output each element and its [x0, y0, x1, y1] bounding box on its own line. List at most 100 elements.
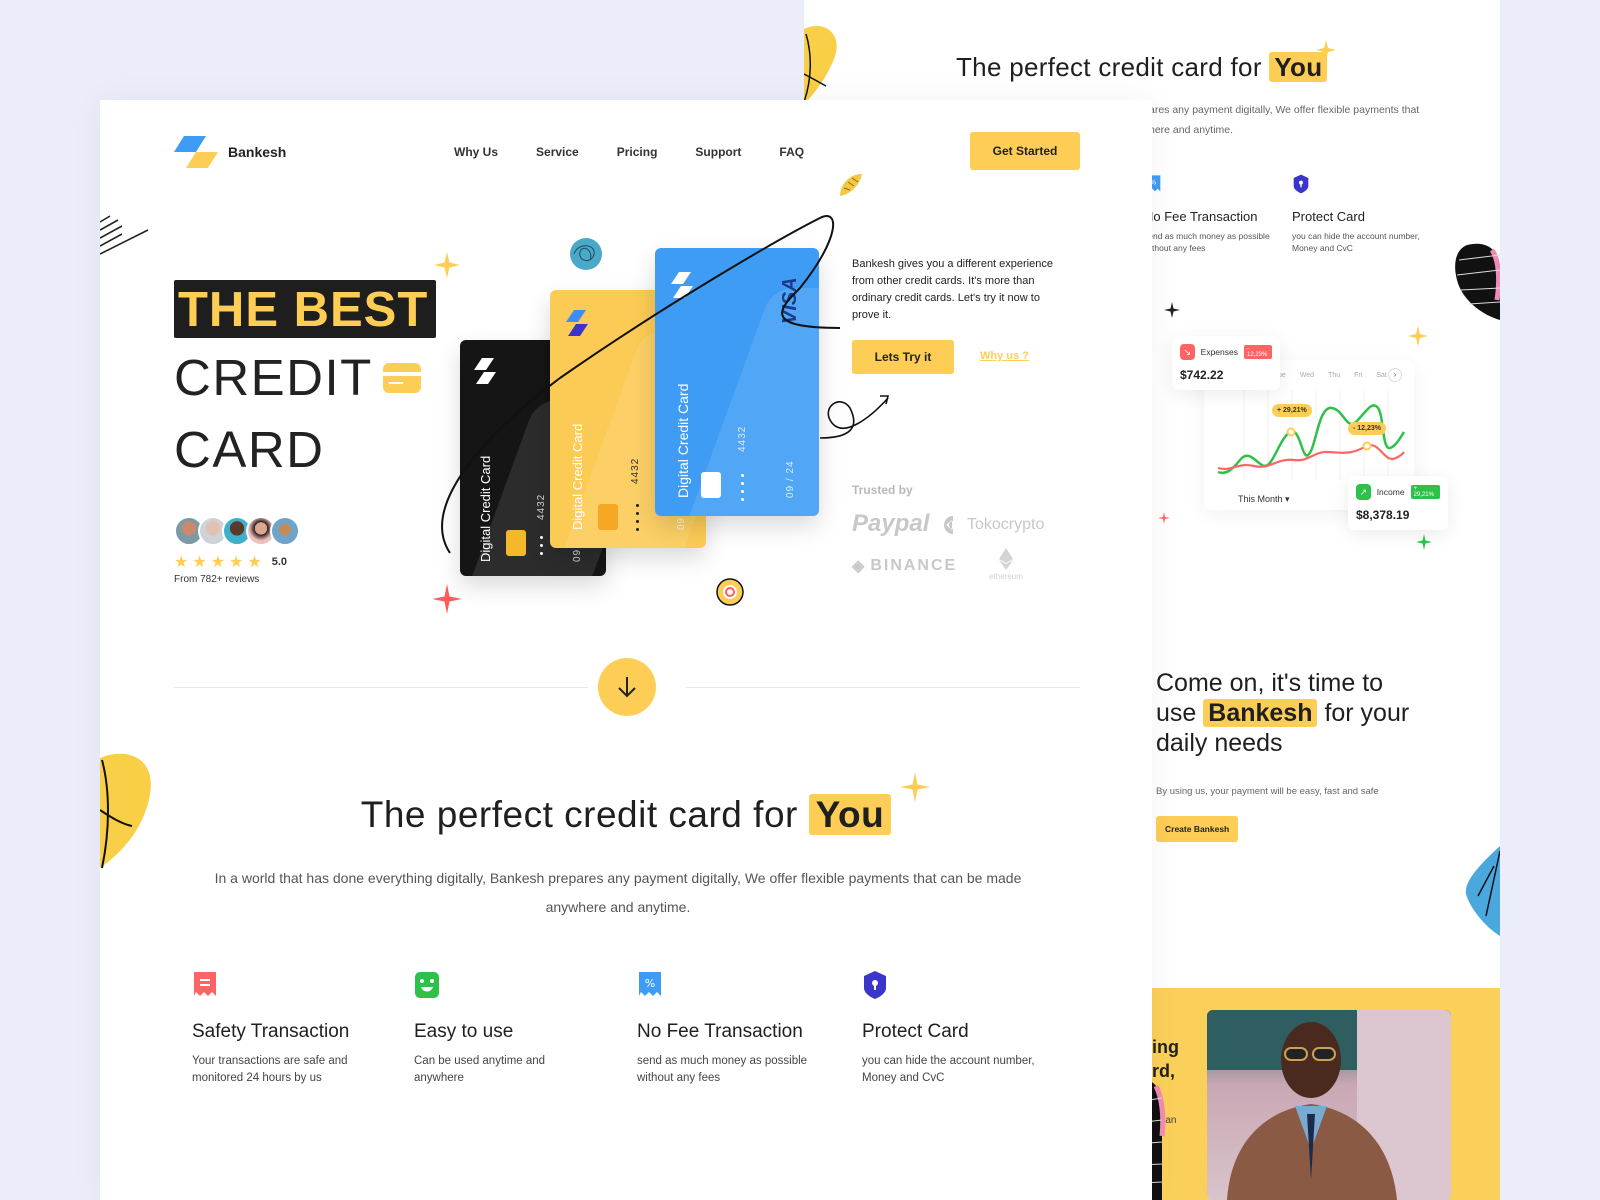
blue-scribble-ball-decoration	[570, 238, 602, 270]
section-title: The perfect credit card for You	[100, 794, 1152, 836]
man-in-leather-jacket-photo	[1207, 1010, 1451, 1200]
sparkle-icon	[1164, 302, 1180, 318]
brand-logo[interactable]: Bankesh	[174, 136, 286, 168]
star-icon: ★	[247, 554, 262, 571]
sparkle-icon	[1408, 326, 1428, 346]
binance-icon: ◈	[852, 558, 867, 575]
back-intro: ares any payment digitally, We offer fle…	[1149, 104, 1420, 136]
back-title-text: The perfect credit card for	[956, 52, 1262, 82]
feature-safety-transaction: Safety Transaction Your transactions are…	[192, 970, 392, 1087]
shield-lock-icon	[864, 971, 886, 999]
visa-logo: VISA	[779, 277, 801, 324]
back-feature-protect: Protect Card you can hide the account nu…	[1292, 174, 1442, 254]
bankesh-logo-icon	[174, 136, 218, 168]
expense-marker	[1362, 441, 1372, 451]
expenses-value: $742.22	[1180, 368, 1224, 382]
card-chip	[598, 504, 618, 530]
blue-visa-credit-card: VISA Digital Credit Card 4432 09 / 24	[655, 248, 819, 516]
trend-up-icon: ↗	[1356, 484, 1371, 500]
feature-no-fee-transaction: % No Fee Transaction send as much money …	[637, 970, 837, 1087]
hero-line-card: CARD	[174, 421, 325, 478]
portrait-illustration	[1207, 1010, 1451, 1200]
discount-receipt-icon: %	[639, 972, 661, 996]
get-started-button[interactable]: Get Started	[970, 132, 1080, 170]
card-brand-icon	[671, 272, 693, 298]
receipt-icon	[194, 972, 216, 996]
section-title-highlight: You	[808, 794, 892, 835]
create-bankesh-button[interactable]: Create Bankesh	[1156, 816, 1239, 842]
paypal-logo: Paypal	[852, 510, 930, 537]
sparkle-icon	[434, 252, 460, 278]
sparkle-icon	[432, 584, 462, 614]
income-change-pill: + 29,21%	[1272, 404, 1312, 417]
shield-lock-icon	[1293, 174, 1309, 194]
expense-change-pill: - 12,23%	[1348, 422, 1387, 435]
nav-links: Why Us Service Pricing Support FAQ	[454, 145, 804, 159]
nav-why-us[interactable]: Why Us	[454, 145, 498, 159]
star-icon: ★	[192, 554, 207, 571]
sparkle-icon	[1158, 512, 1170, 524]
card-brand-icon	[474, 358, 496, 384]
star-rating: ★ ★ ★ ★ ★ 5.0	[174, 552, 287, 572]
smile-icon	[415, 972, 439, 998]
sparkle-icon	[1316, 40, 1336, 60]
nav-support[interactable]: Support	[695, 145, 741, 159]
credit-card-icon	[383, 363, 421, 393]
nav-pricing[interactable]: Pricing	[617, 145, 658, 159]
expenses-card: ↘ Expenses - 12,23% $742.22	[1172, 336, 1280, 390]
nav-service[interactable]: Service	[536, 145, 579, 159]
navbar: Bankesh Why Us Service Pricing Support F…	[174, 132, 1080, 172]
black-pink-blob-decoration	[1455, 243, 1500, 320]
expenses-badge: - 12,23%	[1244, 345, 1272, 359]
cta-highlight: Bankesh	[1203, 699, 1318, 727]
blue-blob-decoration	[1465, 846, 1500, 936]
income-badge: + 29,21%	[1410, 485, 1440, 499]
yellow-leaf-decoration	[804, 25, 837, 104]
tokocrypto-icon	[944, 516, 953, 534]
svg-text:%: %	[645, 977, 655, 990]
income-value: $8,378.19	[1356, 508, 1410, 522]
reviewer-avatars	[174, 516, 300, 546]
donut-decoration	[716, 578, 744, 606]
tokocrypto-logo: Tokocrypto	[942, 514, 1044, 536]
star-icon: ★	[174, 554, 189, 571]
ethereum-logo: ethereum	[976, 548, 1036, 581]
yellow-feather-decoration	[840, 174, 862, 196]
arrow-down-icon	[618, 677, 636, 698]
lets-try-it-button[interactable]: Lets Try it	[852, 340, 954, 374]
why-us-link[interactable]: Why us ?	[980, 350, 1029, 362]
avatar	[270, 516, 300, 546]
sparkle-icon	[1416, 534, 1432, 550]
back-feature-no-fee: % No Fee Transaction send as much money …	[1144, 174, 1294, 254]
period-dropdown[interactable]: This Month ▾	[1238, 494, 1290, 505]
hero-description: Bankesh gives you a different experience…	[852, 258, 1053, 321]
nav-faq[interactable]: FAQ	[779, 145, 804, 159]
cta-subtitle: By using us, your payment will be easy, …	[1156, 786, 1379, 797]
landing-page: Bankesh Why Us Service Pricing Support F…	[100, 100, 1152, 1200]
back-section-title: The perfect credit card for You	[956, 52, 1328, 83]
feature-easy-to-use: Easy to use Can be used anytime and anyw…	[414, 970, 614, 1087]
section-description: In a world that has done everything digi…	[214, 870, 1022, 915]
income-marker	[1286, 427, 1296, 437]
divider	[686, 687, 1080, 688]
review-count: From 782+ reviews	[174, 574, 260, 585]
hatch-lines-decoration	[100, 215, 149, 255]
income-line	[1217, 404, 1406, 475]
card-chip	[506, 530, 526, 556]
star-icon: ★	[210, 554, 226, 571]
ethereum-icon	[999, 548, 1013, 570]
cta-heading: Come on, it's time to use Bankesh for yo…	[1156, 669, 1410, 757]
card-brand-icon	[566, 310, 588, 336]
divider	[174, 687, 588, 688]
scroll-down-button[interactable]	[598, 658, 656, 716]
brand-name: Bankesh	[228, 144, 287, 160]
income-card: ↗ Income + 29,21% $8,378.19	[1348, 476, 1448, 530]
hero-line-credit: CREDIT	[174, 349, 373, 406]
trend-down-icon: ↘	[1180, 344, 1195, 360]
rating-value: 5.0	[271, 556, 288, 568]
card-chip	[701, 472, 721, 498]
feature-protect-card: Protect Card you can hide the account nu…	[862, 970, 1062, 1087]
star-icon: ★	[229, 554, 244, 571]
trusted-by-label: Trusted by	[852, 483, 913, 497]
binance-logo: ◈ BINANCE	[852, 557, 958, 575]
